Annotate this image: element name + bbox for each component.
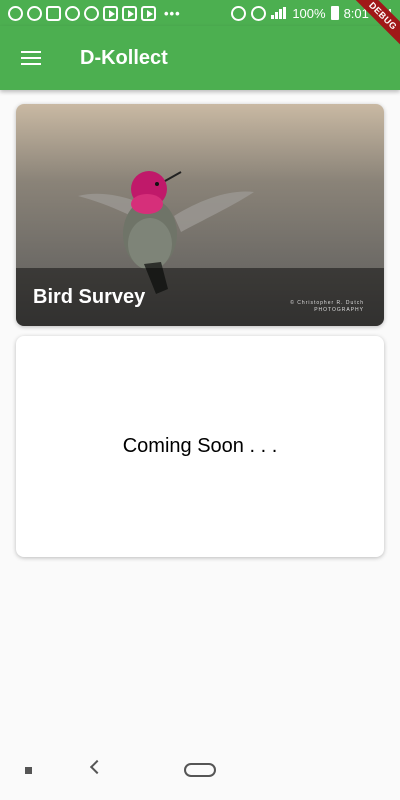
system-nav-bar [0, 742, 400, 800]
youtube-icon [103, 5, 118, 21]
recents-button[interactable] [25, 767, 32, 774]
coming-soon-text: Coming Soon . . . [122, 435, 278, 457]
more-notifications-icon: ••• [164, 5, 181, 21]
menu-button[interactable] [3, 30, 59, 86]
gallery-icon [46, 5, 61, 21]
home-button[interactable] [184, 763, 216, 777]
coming-soon-card: Coming Soon . . . [16, 336, 384, 557]
app-bar: D-Kollect [0, 26, 400, 90]
notification-icons: ••• [8, 5, 181, 21]
hamburger-icon [21, 51, 41, 65]
photo-watermark: © Christopher R. Dutch PHOTOGRAPHY [290, 300, 364, 313]
youtube-icon-3 [141, 5, 156, 21]
bird-survey-card[interactable]: Bird Survey © Christopher R. Dutch PHOTO… [16, 104, 384, 326]
back-button[interactable] [89, 759, 105, 775]
battery-icon [330, 6, 339, 20]
signal-icon [271, 7, 287, 19]
telegram-icon [8, 5, 23, 21]
youtube-icon-2 [122, 5, 137, 21]
bird-survey-title: Bird Survey [33, 285, 146, 308]
app-title: D-Kollect [80, 46, 168, 69]
whatsapp-icon [27, 5, 42, 21]
alarm-icon [231, 5, 247, 21]
wifi-icon [251, 5, 267, 21]
sync-icon [65, 5, 80, 21]
b-icon [84, 5, 99, 21]
battery-percent: 100% [292, 5, 326, 21]
status-bar: ••• 100% 8:01 PM [0, 0, 400, 26]
card-caption: Bird Survey [16, 268, 384, 326]
